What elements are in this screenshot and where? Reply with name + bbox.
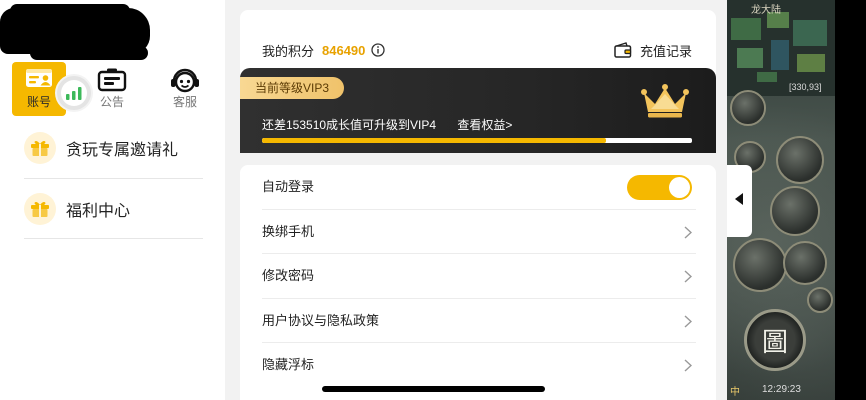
chevron-right-icon	[684, 270, 692, 283]
menu-item-invite-gift[interactable]: 贪玩专属邀请礼	[24, 126, 203, 170]
setting-label: 修改密码	[262, 268, 315, 283]
game-map-name: 龙大陆	[751, 5, 781, 16]
game-coordinates: [330,93]	[789, 82, 822, 92]
game-skill-button[interactable]	[730, 90, 766, 126]
screen-edge	[835, 0, 866, 400]
game-clock: 12:29:23	[762, 384, 801, 395]
notice-board-icon	[85, 68, 139, 92]
minimap-terrain	[797, 54, 825, 72]
minimap-terrain	[793, 20, 827, 46]
gift-icon	[24, 132, 56, 164]
tab-notice-label: 公告	[99, 95, 124, 109]
minimap-terrain	[757, 72, 777, 82]
floating-ball[interactable]	[57, 76, 91, 110]
collapse-left-icon	[735, 192, 744, 210]
recharge-record-button[interactable]: 充值记录	[614, 40, 692, 60]
vip-level-badge: 当前等级VIP3	[240, 77, 344, 99]
vip-progress-bar	[262, 138, 692, 143]
menu-item-label: 福利中心	[66, 203, 131, 220]
toggle-knob	[669, 177, 690, 198]
points-summary: 我的积分 846490	[262, 40, 386, 60]
game-skill-button[interactable]	[807, 287, 833, 313]
auto-login-toggle[interactable]	[627, 175, 692, 200]
game-skill-button[interactable]	[733, 238, 787, 292]
tab-customer-service[interactable]: 客服	[158, 62, 212, 116]
panel-collapse-handle[interactable]	[727, 165, 752, 237]
crown-icon	[640, 83, 690, 124]
chevron-right-icon	[684, 314, 692, 328]
customer-service-icon	[158, 68, 212, 94]
game-skill-button[interactable]	[783, 241, 827, 285]
divider	[24, 178, 203, 179]
chevron-right-icon	[684, 225, 692, 239]
divider	[24, 238, 203, 239]
setting-auto-login: 自动登录	[240, 165, 716, 210]
gift-icon	[24, 193, 56, 225]
settings-card: 自动登录 换绑手机 修改密码 用户协议与隐私政策 隐藏浮标	[240, 165, 716, 400]
left-panel: 账号 公告 客服 贪玩专属邀请礼 福利中心	[0, 0, 225, 400]
points-value: 846490	[322, 42, 366, 58]
chevron-right-icon	[684, 359, 692, 372]
vip-upgrade-text: 还差153510成长值可升级到VIP4	[262, 118, 437, 132]
redaction-mark	[10, 4, 130, 18]
minimap-terrain	[737, 48, 763, 68]
info-icon[interactable]	[371, 43, 386, 57]
redaction-mark	[30, 46, 148, 60]
game-channel-tab[interactable]: 中	[730, 383, 740, 398]
setting-change-password[interactable]: 修改密码	[240, 254, 716, 299]
tab-customer-service-label: 客服	[172, 95, 197, 109]
minimap-terrain	[771, 40, 789, 70]
home-indicator[interactable]	[322, 386, 545, 392]
game-skill-button[interactable]	[770, 186, 820, 236]
menu-item-welfare-center[interactable]: 福利中心	[24, 187, 203, 231]
setting-change-phone[interactable]: 换绑手机	[240, 210, 716, 254]
vip-upgrade-line: 还差153510成长值可升级到VIP4 查看权益>	[262, 118, 512, 132]
points-card: 我的积分 846490 充值记录	[240, 10, 716, 76]
setting-label: 自动登录	[262, 179, 315, 194]
vip-progress-fill	[262, 138, 606, 143]
minimap-terrain	[731, 18, 761, 40]
tab-notice[interactable]: 公告	[85, 62, 139, 116]
setting-label: 用户协议与隐私政策	[262, 312, 380, 328]
view-benefits-link[interactable]: 查看权益>	[457, 118, 512, 132]
setting-hide-floating-ball[interactable]: 隐藏浮标	[240, 343, 716, 388]
recharge-record-label: 充值记录	[639, 43, 692, 59]
menu-item-label: 贪玩专属邀请礼	[66, 142, 179, 159]
setting-user-agreement[interactable]: 用户协议与隐私政策	[240, 299, 716, 343]
game-seal-button[interactable]: 圖	[744, 309, 806, 371]
signal-bars-icon	[61, 80, 87, 106]
wallet-icon	[614, 42, 632, 58]
setting-label: 隐藏浮标	[262, 357, 315, 372]
setting-label: 换绑手机	[262, 223, 315, 239]
points-label: 我的积分	[262, 43, 315, 59]
vip-card: 当前等级VIP3 还差153510成长值可升级到VIP4 查看权益>	[240, 68, 716, 153]
game-skill-button[interactable]	[776, 136, 824, 184]
